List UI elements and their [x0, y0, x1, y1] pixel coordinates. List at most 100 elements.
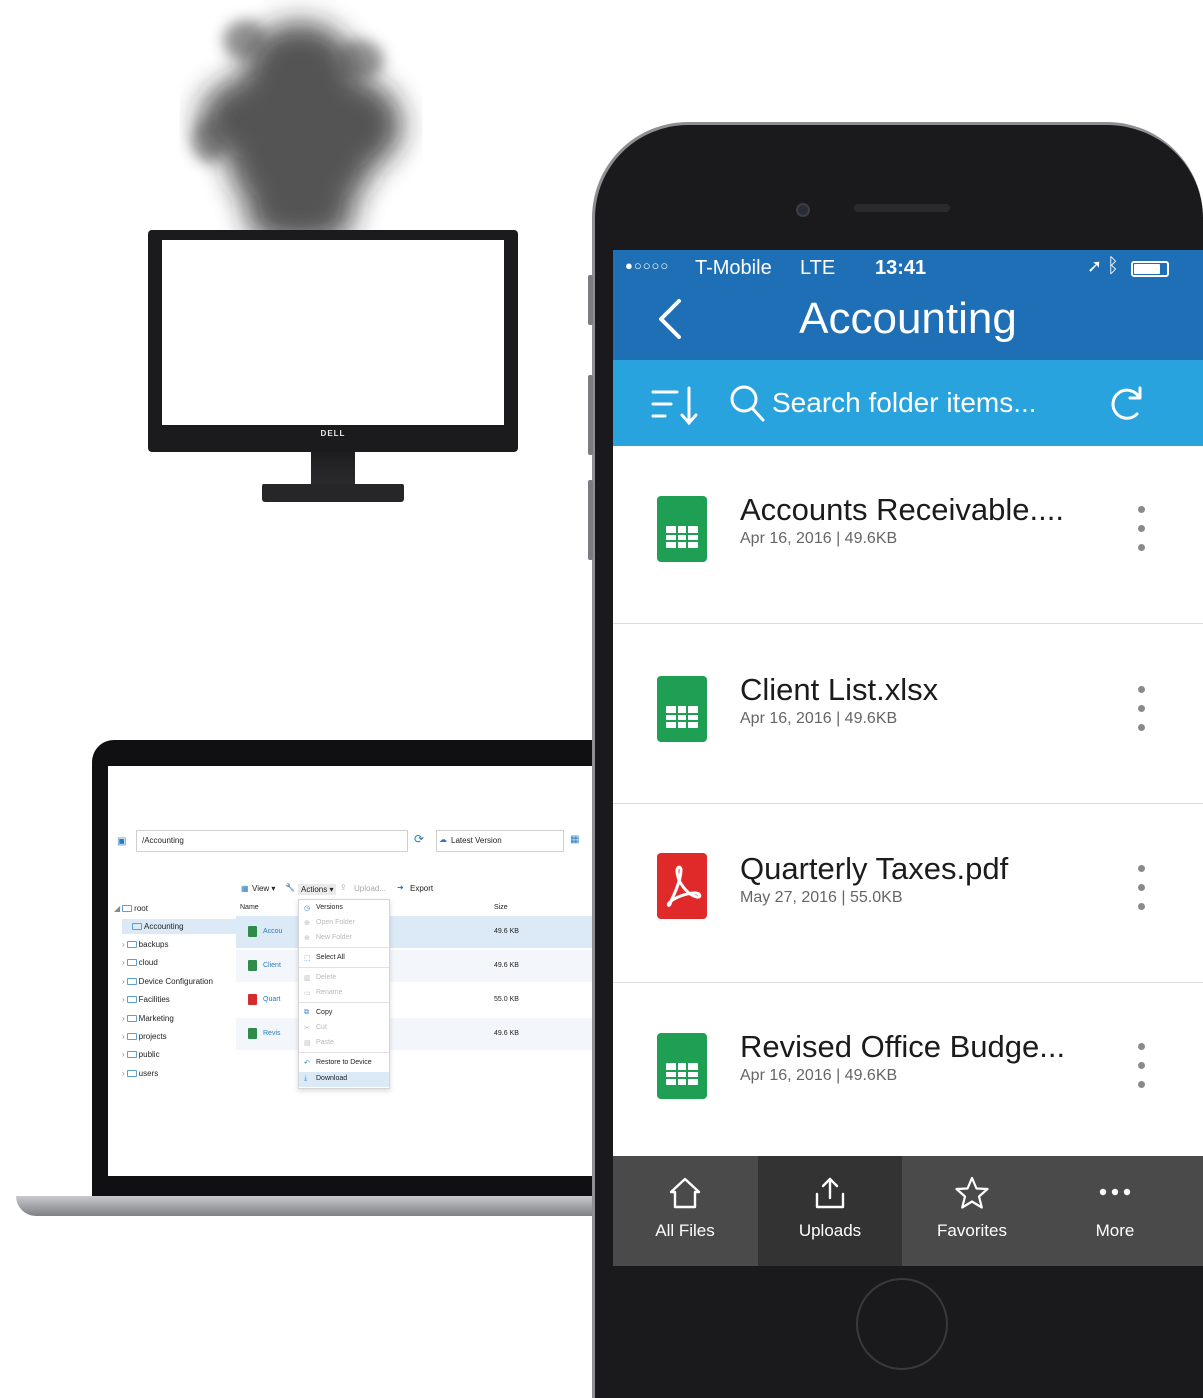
upload-button[interactable]: Upload...: [354, 884, 386, 893]
caret-right-icon: ›: [122, 995, 125, 1004]
monitor-screen: [162, 240, 504, 425]
select-icon: ⬚: [304, 955, 311, 962]
more-options-icon[interactable]: [1128, 865, 1154, 925]
folder-icon: [126, 1070, 137, 1077]
spreadsheet-icon: [657, 1033, 707, 1099]
pdf-icon: [657, 853, 707, 919]
menu-item-rename[interactable]: ▭ Rename: [299, 986, 389, 1001]
tab-more[interactable]: More: [1043, 1156, 1187, 1266]
menu-item-delete[interactable]: ▥ Delete: [299, 971, 389, 986]
monitor-stand-neck: [311, 452, 355, 488]
folder-toolbar: Search folder items...: [613, 360, 1203, 446]
monitor-brand-logo: DELL: [320, 429, 346, 438]
refresh-icon[interactable]: ⟳: [414, 832, 424, 846]
more-options-icon[interactable]: [1128, 1043, 1154, 1103]
column-header-size[interactable]: Size: [494, 904, 508, 911]
copy-icon: ⧉: [304, 1009, 309, 1016]
version-select[interactable]: Latest Version: [436, 830, 564, 852]
home-button[interactable]: [856, 1278, 948, 1370]
tree-item-facilities[interactable]: › Facilities: [122, 995, 170, 1004]
column-header-name[interactable]: Name: [240, 904, 259, 911]
status-bar: ●○○○○ T-Mobile LTE 13:41 ➚ ᛒ: [613, 250, 1203, 286]
export-button[interactable]: Export: [410, 884, 433, 893]
tab-favorites[interactable]: Favorites: [900, 1156, 1044, 1266]
caret-right-icon: ›: [122, 958, 125, 967]
list-item[interactable]: Quarterly Taxes.pdf May 27, 2016 | 55.0K…: [613, 805, 1203, 983]
ellipsis-icon: [1099, 1188, 1131, 1196]
tab-bar: All Files Uploads Favorites More: [613, 1156, 1203, 1266]
page-title: Accounting: [799, 294, 1017, 343]
bluetooth-icon: ᛒ: [1107, 255, 1119, 277]
export-icon: ➜: [397, 883, 404, 892]
folder-icon: [122, 905, 133, 912]
menu-divider: [299, 1052, 389, 1053]
plus-icon: ⊕: [304, 935, 310, 942]
actions-button[interactable]: Actions ▾: [298, 884, 337, 895]
battery-icon: [1131, 261, 1169, 277]
file-name: Revised Office Budge...: [740, 1029, 1066, 1064]
caret-right-icon: ›: [122, 1014, 125, 1023]
volume-up-button: [588, 375, 593, 455]
menu-item-paste[interactable]: ▤ Paste: [299, 1036, 389, 1051]
menu-item-new-folder[interactable]: ⊕ New Folder: [299, 931, 389, 946]
version-value: Latest Version: [451, 836, 502, 845]
tree-item-projects[interactable]: › projects: [122, 1032, 167, 1041]
upload-icon: ⇪: [340, 883, 347, 892]
file-name: Quart: [263, 996, 281, 1003]
more-options-icon[interactable]: [1128, 506, 1154, 566]
menu-item-copy[interactable]: ⧉ Copy: [299, 1006, 389, 1021]
tree-item-marketing[interactable]: › Marketing: [122, 1014, 174, 1023]
list-item[interactable]: Client List.xlsx Apr 16, 2016 | 49.6KB: [613, 626, 1203, 804]
scissors-icon: ✂: [304, 1025, 310, 1032]
sort-icon[interactable]: [651, 386, 701, 426]
table-row[interactable]: [236, 1018, 628, 1050]
menu-item-open-folder[interactable]: ⊕ Open Folder: [299, 916, 389, 931]
folder-icon: [126, 1015, 137, 1022]
menu-item-cut[interactable]: ✂ Cut: [299, 1021, 389, 1036]
mute-switch: [588, 275, 593, 325]
list-item[interactable]: Revised Office Budge... Apr 16, 2016 | 4…: [613, 983, 1203, 1161]
list-item[interactable]: Accounts Receivable.... Apr 16, 2016 | 4…: [613, 446, 1203, 624]
file-meta: Apr 16, 2016 | 49.6KB: [740, 530, 898, 547]
smoke-image: [192, 20, 402, 245]
tree-item-backups[interactable]: › backups: [122, 940, 168, 949]
menu-item-restore-to-device[interactable]: ↶ Restore to Device: [299, 1056, 389, 1071]
menu-item-select-all[interactable]: ⬚ Select All: [299, 951, 389, 966]
more-options-icon[interactable]: [1128, 686, 1154, 746]
spreadsheet-icon: [248, 960, 257, 971]
tree-item-root[interactable]: ◢ root: [114, 904, 148, 913]
path-input[interactable]: /Accounting: [136, 830, 408, 852]
laptop: ▣ /Accounting ⟳ Latest Version ☁ ▦ ▦ Vie…: [92, 740, 632, 1202]
menu-divider: [299, 1002, 389, 1003]
tree-item-users[interactable]: › users: [122, 1069, 158, 1078]
calendar-icon[interactable]: ▦: [570, 834, 579, 845]
file-size: 49.6 KB: [494, 1030, 519, 1037]
desktop-monitor: DELL: [148, 230, 518, 452]
table-row[interactable]: [236, 984, 628, 1016]
tab-uploads[interactable]: Uploads: [758, 1156, 902, 1266]
view-button[interactable]: View ▾: [252, 884, 275, 893]
trash-icon: ▥: [304, 975, 311, 982]
file-meta: Apr 16, 2016 | 49.6KB: [740, 1067, 898, 1084]
search-input[interactable]: Search folder items...: [772, 387, 1037, 419]
refresh-icon[interactable]: [1106, 384, 1148, 424]
navigation-bar: Accounting: [613, 286, 1203, 360]
folder-icon: [126, 996, 137, 1003]
menu-item-versions[interactable]: ◷ Versions: [299, 901, 389, 916]
file-size: 49.6 KB: [494, 928, 519, 935]
clock-time: 13:41: [875, 257, 927, 279]
search-icon: [730, 385, 765, 422]
tab-all-files[interactable]: All Files: [613, 1156, 757, 1266]
tree-item-accounting[interactable]: Accounting: [122, 919, 236, 934]
table-row[interactable]: [236, 916, 628, 948]
tree-item-public[interactable]: › public: [122, 1050, 160, 1059]
menu-item-download[interactable]: ⤓ Download: [299, 1072, 389, 1087]
tree-item-device-configuration[interactable]: › Device Configuration: [122, 977, 213, 986]
tree-item-cloud[interactable]: › cloud: [122, 958, 158, 967]
grid-icon: ▦: [241, 884, 249, 893]
table-row[interactable]: [236, 950, 628, 982]
file-name: Client: [263, 962, 281, 969]
folder-icon: [126, 959, 137, 966]
folder-icon: [132, 923, 142, 930]
folder-icon: [126, 1033, 137, 1040]
